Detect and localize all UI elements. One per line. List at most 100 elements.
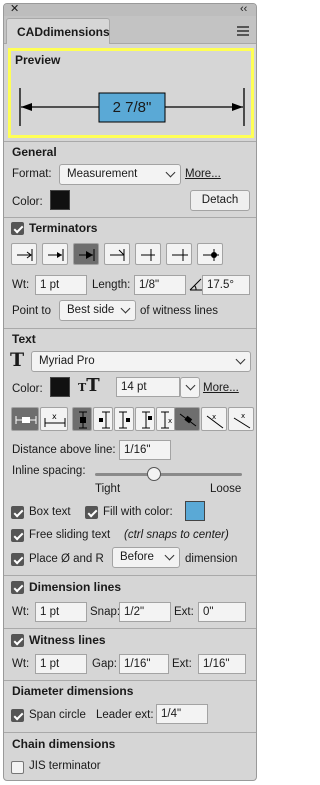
format-more-link[interactable]: More... bbox=[185, 168, 221, 180]
chevron-down-icon bbox=[120, 303, 131, 314]
fill-color-swatch[interactable] bbox=[185, 501, 205, 521]
inline-spacing-thumb[interactable] bbox=[146, 467, 161, 481]
free-sliding-label: Free sliding text bbox=[29, 529, 111, 541]
inline-spacing-track[interactable] bbox=[95, 473, 242, 476]
box-text-checkbox[interactable] bbox=[11, 506, 24, 519]
place-diameter-select[interactable]: Before bbox=[112, 547, 180, 568]
dot-terminator-icon bbox=[203, 249, 219, 261]
point-to-select[interactable]: Best side bbox=[59, 300, 136, 321]
dimension-snap-label: Snap: bbox=[90, 606, 121, 618]
font-size-icon: TT bbox=[78, 375, 100, 396]
jis-terminator-checkbox[interactable] bbox=[11, 761, 24, 774]
tab-caddimensions[interactable]: CADdimensions bbox=[6, 18, 110, 44]
terminator-wt-input[interactable]: 1 pt bbox=[35, 275, 87, 295]
text-placement-above[interactable]: x bbox=[40, 407, 68, 431]
text-angled-inline-icon bbox=[179, 413, 197, 427]
text-placement-vertical-4[interactable] bbox=[135, 407, 155, 431]
terminator-option-1[interactable] bbox=[11, 243, 37, 265]
text-placement-angled-2[interactable]: x bbox=[201, 407, 227, 431]
font-size-dropdown[interactable] bbox=[180, 377, 200, 398]
arrow-right-bar-icon bbox=[17, 249, 33, 261]
dimension-ext-input[interactable]: 0" bbox=[198, 602, 246, 622]
divider bbox=[4, 141, 256, 142]
span-circle-label: Span circle bbox=[29, 709, 86, 721]
text-more-link[interactable]: More... bbox=[203, 382, 239, 394]
svg-text:x: x bbox=[168, 417, 172, 425]
panel-menu-icon[interactable] bbox=[237, 26, 249, 38]
divider bbox=[4, 575, 256, 576]
terminator-angle-input[interactable]: 17.5° bbox=[202, 275, 250, 295]
free-sliding-hint: (ctrl snaps to center) bbox=[124, 529, 229, 541]
terminators-checkbox[interactable] bbox=[11, 222, 24, 235]
text-angled-above-icon: x bbox=[206, 413, 224, 429]
tick-both-icon bbox=[172, 249, 188, 261]
witness-lines-checkbox[interactable] bbox=[11, 634, 24, 647]
chevron-down-icon bbox=[235, 354, 246, 365]
detach-button[interactable]: Detach bbox=[190, 190, 250, 211]
svg-text:x: x bbox=[212, 413, 216, 421]
font-size-input[interactable]: 14 pt bbox=[116, 377, 180, 397]
witness-suffix-label: of witness lines bbox=[140, 305, 218, 317]
divider bbox=[4, 217, 256, 218]
chevron-down-icon bbox=[185, 380, 196, 391]
distance-above-input[interactable]: 1/16" bbox=[119, 440, 171, 460]
angle-icon bbox=[189, 278, 202, 291]
terminator-option-7[interactable] bbox=[197, 243, 223, 265]
collapse-icon[interactable]: ‹‹ bbox=[240, 4, 247, 15]
terminator-length-input[interactable]: 1/8" bbox=[134, 275, 186, 295]
terminator-option-6[interactable] bbox=[166, 243, 192, 265]
witness-wt-label: Wt: bbox=[12, 658, 30, 670]
leader-ext-input[interactable]: 1/4" bbox=[156, 704, 208, 724]
chain-title: Chain dimensions bbox=[12, 737, 116, 751]
divider bbox=[4, 732, 256, 733]
dimension-snap-input[interactable]: 1/2" bbox=[119, 602, 171, 622]
dimension-lines-checkbox[interactable] bbox=[11, 581, 24, 594]
text-color-label: Color: bbox=[12, 383, 43, 395]
dimension-wt-input[interactable]: 1 pt bbox=[35, 602, 87, 622]
witness-gap-input[interactable]: 1/16" bbox=[119, 654, 169, 674]
text-color-swatch[interactable] bbox=[50, 377, 70, 397]
free-sliding-checkbox[interactable] bbox=[11, 529, 24, 542]
place-diameter-label: Place Ø and R bbox=[29, 553, 104, 565]
dimension-ext-label: Ext: bbox=[174, 606, 194, 618]
format-value: Measurement bbox=[67, 168, 138, 180]
text-placement-angled-1[interactable] bbox=[174, 407, 200, 431]
witness-lines-title: Witness lines bbox=[29, 633, 106, 647]
text-placement-vertical-3[interactable] bbox=[114, 407, 134, 431]
place-diameter-value: Before bbox=[120, 551, 154, 563]
terminator-option-3[interactable] bbox=[73, 243, 99, 265]
point-to-label: Point to bbox=[12, 305, 51, 317]
tick-left-icon bbox=[141, 249, 155, 261]
tick-right-icon bbox=[110, 249, 125, 261]
witness-wt-input[interactable]: 1 pt bbox=[35, 654, 87, 674]
general-color-swatch[interactable] bbox=[50, 190, 70, 210]
chevron-down-icon bbox=[164, 550, 175, 561]
terminators-title: Terminators bbox=[29, 221, 98, 235]
panel-titlebar bbox=[4, 4, 256, 16]
close-icon[interactable]: ✕ bbox=[10, 4, 19, 15]
text-vertical-inline-icon bbox=[79, 411, 87, 429]
text-placement-vertical-2[interactable] bbox=[93, 407, 113, 431]
svg-text:x: x bbox=[241, 412, 245, 420]
text-placement-angled-3[interactable]: x bbox=[228, 407, 254, 431]
place-diameter-suffix: dimension bbox=[185, 553, 238, 565]
place-diameter-checkbox[interactable] bbox=[11, 553, 24, 566]
arrow-right-bar-open-icon bbox=[48, 249, 64, 261]
text-above-icon: x bbox=[44, 412, 66, 427]
terminator-option-2[interactable] bbox=[42, 243, 68, 265]
text-placement-vertical-1[interactable] bbox=[72, 407, 92, 431]
preview-dimension-value: 2 7/8" bbox=[112, 99, 152, 116]
text-placement-inline[interactable] bbox=[11, 407, 39, 431]
terminator-option-5[interactable] bbox=[135, 243, 161, 265]
svg-text:x: x bbox=[52, 412, 57, 421]
span-circle-checkbox[interactable] bbox=[11, 709, 24, 722]
leader-ext-label: Leader ext: bbox=[96, 709, 154, 721]
witness-ext-input[interactable]: 1/16" bbox=[198, 654, 246, 674]
arrow-right-bar-filled-icon bbox=[79, 249, 95, 261]
text-placement-vertical-5[interactable]: x bbox=[156, 407, 176, 431]
font-family-select[interactable]: Myriad Pro bbox=[31, 351, 251, 372]
fill-color-checkbox[interactable] bbox=[85, 506, 98, 519]
terminator-option-4[interactable] bbox=[104, 243, 130, 265]
format-select[interactable]: Measurement bbox=[59, 164, 181, 185]
format-label: Format: bbox=[12, 168, 52, 180]
